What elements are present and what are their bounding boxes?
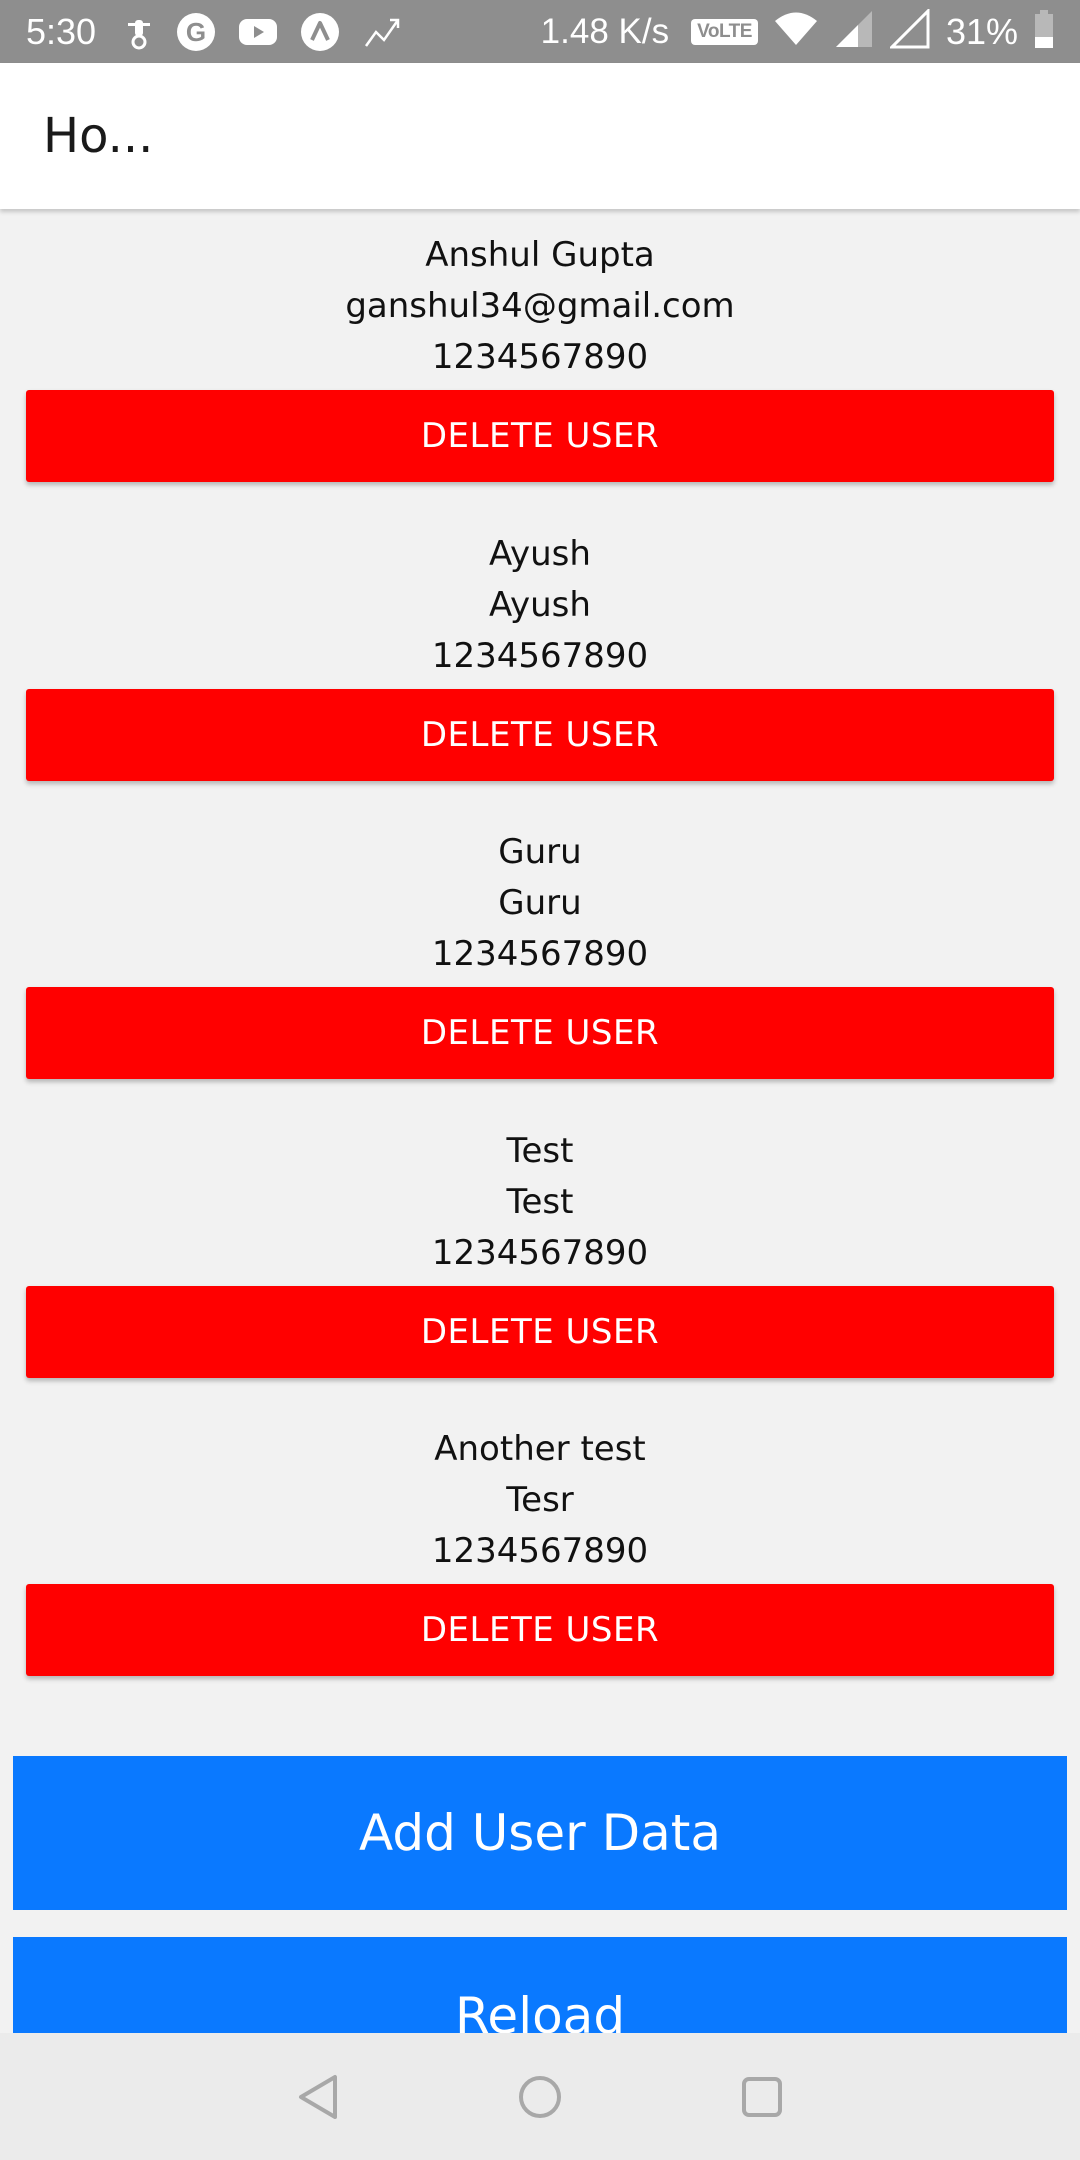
volte-badge: VoLTE <box>691 18 758 45</box>
user-email: Ayush <box>489 585 591 625</box>
recents-icon[interactable] <box>738 2073 786 2121</box>
home-icon[interactable] <box>516 2073 564 2121</box>
delete-user-button[interactable]: DELETE USER <box>26 1286 1054 1378</box>
screen: 5:30 G 1.48 K/s VoLTE 31% Ho... Anshul G… <box>0 0 1080 2160</box>
user-email: Test <box>506 1182 574 1222</box>
reload-button[interactable]: Reload <box>13 1937 1067 2033</box>
user-email: ganshul34@gmail.com <box>345 286 735 326</box>
wifi-icon <box>774 12 818 51</box>
user-email: Guru <box>498 883 582 923</box>
nav-arrow-icon <box>300 12 340 52</box>
user-phone: 1234567890 <box>431 1531 649 1571</box>
user-list: Anshul Gupta ganshul34@gmail.com 1234567… <box>0 209 1080 2033</box>
trend-icon <box>362 14 402 50</box>
app-bar: Ho... <box>0 63 1080 209</box>
back-icon[interactable] <box>295 2073 343 2121</box>
delete-user-button[interactable]: DELETE USER <box>26 390 1054 482</box>
navigation-bar <box>0 2033 1080 2160</box>
user-card: Guru Guru 1234567890 DELETE USER <box>0 828 1080 1126</box>
user-name: Guru <box>498 832 582 872</box>
user-name: Another test <box>434 1429 646 1469</box>
user-phone: 1234567890 <box>431 636 649 676</box>
status-left-icons: G <box>124 12 402 52</box>
bike-icon <box>124 14 154 50</box>
battery-percent: 31% <box>945 10 1018 52</box>
status-right: 1.48 K/s VoLTE 31% <box>540 7 1054 54</box>
signal-icon <box>834 9 874 54</box>
user-phone: 1234567890 <box>431 337 649 377</box>
youtube-icon <box>238 17 278 47</box>
user-card: Test Test 1234567890 DELETE USER <box>0 1127 1080 1425</box>
delete-user-button[interactable]: DELETE USER <box>26 987 1054 1079</box>
user-phone: 1234567890 <box>431 934 649 974</box>
add-user-data-button[interactable]: Add User Data <box>13 1756 1067 1910</box>
battery-icon <box>1034 9 1054 54</box>
user-card: Anshul Gupta ganshul34@gmail.com 1234567… <box>0 231 1080 529</box>
user-phone: 1234567890 <box>431 1233 649 1273</box>
app-title: Ho... <box>43 108 154 164</box>
user-name: Ayush <box>489 534 591 574</box>
user-email: Tesr <box>506 1480 574 1520</box>
signal-icon-2 <box>888 7 930 54</box>
delete-user-button[interactable]: DELETE USER <box>26 689 1054 781</box>
user-card: Another test Tesr 1234567890 DELETE USER <box>0 1425 1080 1723</box>
user-card: Ayush Ayush 1234567890 DELETE USER <box>0 530 1080 828</box>
status-bar: 5:30 G 1.48 K/s VoLTE 31% <box>0 0 1080 63</box>
delete-user-button[interactable]: DELETE USER <box>26 1584 1054 1676</box>
status-time: 5:30 <box>26 10 97 52</box>
network-speed: 1.48 K/s <box>540 11 670 51</box>
google-icon: G <box>176 12 216 52</box>
user-name: Test <box>506 1131 574 1171</box>
svg-text:G: G <box>186 17 206 47</box>
user-name: Anshul Gupta <box>425 235 655 275</box>
